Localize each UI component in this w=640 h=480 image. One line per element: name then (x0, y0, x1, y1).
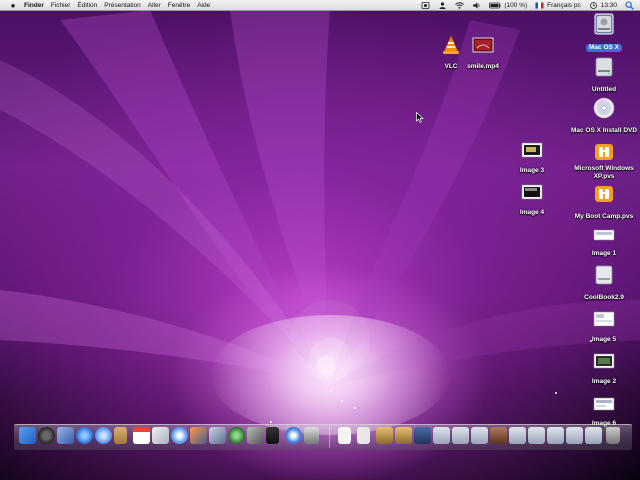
wifi-icon[interactable] (455, 2, 465, 9)
user-icon[interactable] (438, 2, 447, 9)
desktop-icon-label: Image 1 (591, 250, 617, 257)
dock-window-icon[interactable] (433, 427, 450, 444)
desktop-icon-label: Image 5 (591, 336, 617, 343)
dock-trash-icon[interactable] (606, 427, 620, 444)
dock-window-icon[interactable] (547, 427, 564, 444)
dock-app-icon[interactable] (266, 427, 279, 444)
dock-utility-icon[interactable] (304, 427, 319, 444)
desktop-icon-label: smile.mp4 (467, 63, 499, 70)
dock-character-icon[interactable] (376, 427, 393, 444)
image-file-icon (521, 142, 543, 158)
dock-window-icon[interactable] (414, 427, 431, 444)
sparkle (354, 407, 356, 409)
dock-iphoto-icon[interactable] (152, 427, 169, 444)
dock-separator (329, 426, 330, 448)
desktop-icon-label: Mac OS X Install DVD (570, 127, 638, 134)
desktop-icon-install-dvd[interactable]: Mac OS X Install DVD (564, 97, 640, 137)
apple-icon[interactable]: ● (8, 0, 18, 11)
desktop-icon-label: CoolBook2.9 (584, 294, 624, 301)
menu-extras: (100 %) Français pc 13:30 (413, 0, 634, 11)
desktop-icon-image-4[interactable]: Image 4 (492, 183, 572, 219)
menu-fenetre[interactable]: Fenêtre (168, 0, 190, 11)
dock-address-book-icon[interactable] (114, 427, 127, 444)
desktop-icon-label: My Boot Camp.pvs (574, 213, 634, 220)
battery-icon[interactable] (489, 2, 501, 9)
dock-dashboard-icon[interactable] (38, 427, 55, 444)
dock-document-icon[interactable] (357, 427, 370, 444)
battery-percent[interactable]: (100 %) (504, 0, 527, 11)
dock-photo-icon[interactable] (490, 427, 507, 444)
mouse-cursor-icon (416, 112, 424, 123)
dock-window-icon[interactable] (509, 427, 526, 444)
desktop-icon-smile-mp4[interactable]: smile.mp4 (443, 35, 523, 73)
dock-quicktime-icon[interactable] (285, 427, 302, 444)
hard-drive-icon (595, 57, 613, 77)
flag-icon[interactable] (535, 2, 544, 9)
menu-finder[interactable]: Finder (24, 0, 44, 11)
script-icon[interactable] (421, 2, 430, 9)
dock-window-icon[interactable] (566, 427, 583, 444)
parallels-icon (595, 144, 613, 160)
video-file-icon (472, 37, 494, 53)
desktop-wallpaper (0, 0, 640, 480)
desktop-icon-label: Untitled (591, 86, 617, 93)
desktop-icon-label: Microsoft Windows XP.pvs (574, 165, 634, 180)
image-file-icon (593, 311, 615, 327)
desktop-icon-label: Mac OS X (586, 44, 622, 52)
menu-aller[interactable]: Aller (148, 0, 161, 11)
desktop-icon-mac-os-x[interactable]: Mac OS X (564, 12, 640, 54)
spotlight-icon[interactable] (625, 1, 634, 10)
desktop-icon-boot-camp-pvs[interactable]: My Boot Camp.pvs (564, 183, 640, 223)
desktop-icon-label: Image 2 (591, 378, 617, 385)
sparkle (270, 421, 272, 423)
dock-itunes-icon[interactable] (171, 427, 188, 444)
dock-window-icon[interactable] (471, 427, 488, 444)
menu-fichier[interactable]: Fichier (51, 0, 71, 11)
volume-icon[interactable] (472, 2, 481, 9)
sparkle (555, 392, 557, 394)
wallpaper-rays (0, 10, 640, 435)
dock-window-icon[interactable] (585, 427, 602, 444)
desktop-icon-label: Image 3 (519, 167, 545, 174)
dock-photo-booth-icon[interactable] (190, 427, 207, 444)
dvd-icon (593, 97, 615, 119)
image-file-icon (593, 229, 615, 241)
desktop-icon-image-1[interactable]: Image 1 (564, 228, 640, 260)
dock-window-icon[interactable] (452, 427, 469, 444)
menu-clock[interactable]: 13:30 (601, 0, 617, 11)
dock-ichat-icon[interactable] (95, 427, 112, 444)
dock-document-icon[interactable] (338, 427, 351, 444)
sparkle (341, 400, 343, 402)
desktop-icon-coolbook[interactable]: CoolBook2.9 (564, 264, 640, 304)
menu-presentation[interactable]: Présentation (104, 0, 141, 11)
desktop-icon-image-5[interactable]: Image 5 (564, 310, 640, 346)
dock-mail-icon[interactable] (57, 427, 74, 444)
dock-spaces-icon[interactable] (209, 427, 226, 444)
desktop-icon-image-2[interactable]: Image 2 (564, 352, 640, 388)
desktop-icon-untitled[interactable]: Untitled (564, 56, 640, 96)
disk-image-icon (595, 265, 613, 285)
image-file-icon (521, 184, 543, 200)
dock-safari-icon[interactable] (76, 427, 93, 444)
input-language[interactable]: Français pc (547, 0, 581, 11)
dock-system-preferences-icon[interactable] (247, 427, 264, 444)
menu-edition[interactable]: Édition (77, 0, 97, 11)
desktop-icon-windows-xp-pvs[interactable]: Microsoft Windows XP.pvs (564, 141, 640, 183)
dock-window-icon[interactable] (528, 427, 545, 444)
dock-finder-icon[interactable] (19, 427, 36, 444)
clock-icon[interactable] (589, 2, 598, 9)
dock-character-icon[interactable] (395, 427, 412, 444)
desktop-icon-label: Image 4 (519, 209, 545, 216)
menu-aide[interactable]: Aide (197, 0, 210, 11)
image-file-icon (593, 353, 615, 369)
hard-drive-icon (594, 13, 614, 35)
dock-time-machine-icon[interactable] (228, 427, 245, 444)
image-file-icon (593, 397, 615, 411)
desktop-icon-image-3[interactable]: Image 3 (492, 141, 572, 177)
sparkle (330, 390, 332, 392)
parallels-icon (595, 186, 613, 202)
dock-ical-icon[interactable] (133, 427, 150, 444)
menu-bar: ● Finder Fichier Édition Présentation Al… (0, 0, 640, 11)
